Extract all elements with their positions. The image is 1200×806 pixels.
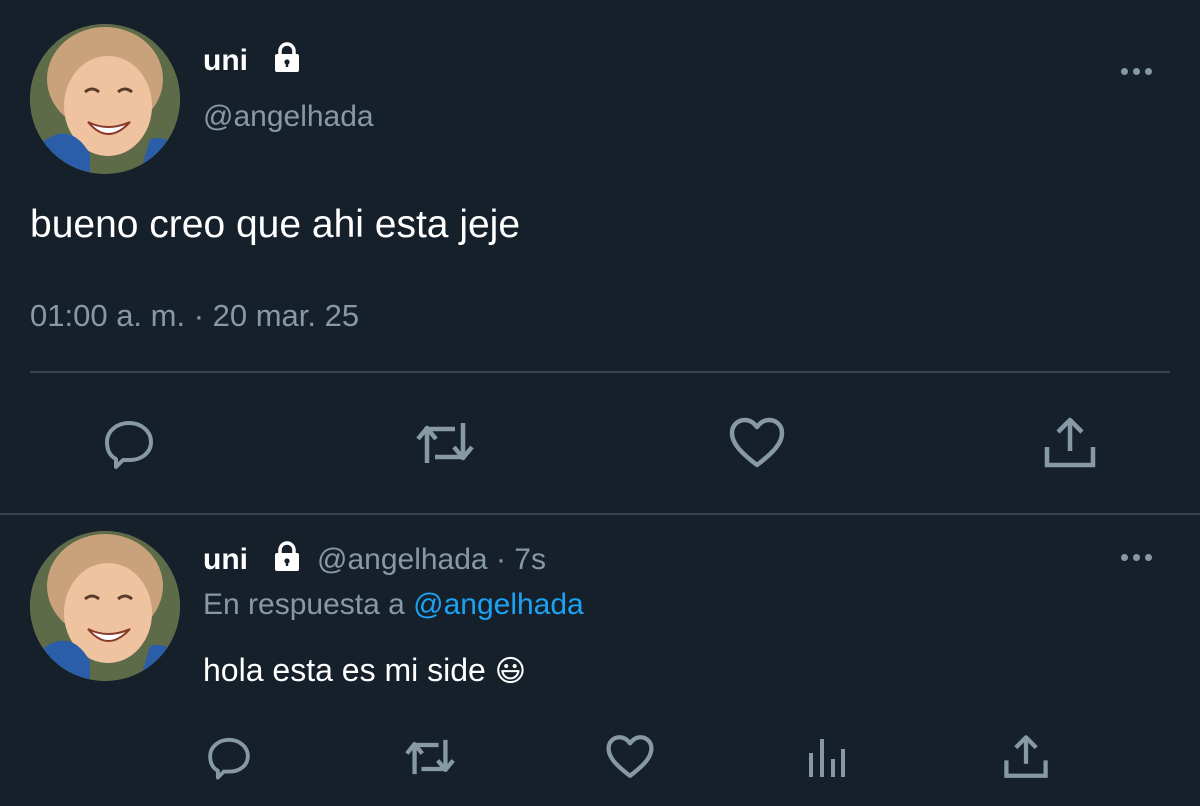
tweet-text-body: hola esta es mi side xyxy=(203,652,486,688)
reply-context: En respuesta a @angelhada xyxy=(203,588,584,622)
lock-icon xyxy=(270,40,304,74)
share-icon[interactable] xyxy=(1043,415,1097,471)
reply-prefix: En respuesta a xyxy=(203,588,405,621)
retweet-icon[interactable] xyxy=(413,415,477,471)
user-handle[interactable]: @angelhada xyxy=(203,100,374,134)
divider xyxy=(0,513,1200,515)
avatar[interactable] xyxy=(30,531,180,681)
smiley-emoji: 😃 xyxy=(494,655,526,688)
more-icon[interactable] xyxy=(1121,68,1152,75)
share-icon[interactable] xyxy=(1003,733,1049,781)
separator-dot: · xyxy=(495,543,506,576)
user-handle[interactable]: @angelhada xyxy=(317,543,488,576)
time-ago[interactable]: 7s xyxy=(514,543,546,576)
more-icon[interactable] xyxy=(1121,554,1152,561)
tweet-text: bueno creo que ahi esta jeje xyxy=(30,203,521,246)
divider xyxy=(30,371,1170,373)
like-icon[interactable] xyxy=(728,415,786,471)
reply-to-link[interactable]: @angelhada xyxy=(413,588,584,621)
reply-icon[interactable] xyxy=(205,733,253,781)
lock-icon xyxy=(270,539,304,573)
tweet-timestamp[interactable]: 01:00 a. m. · 20 mar. 25 xyxy=(30,298,359,334)
display-name[interactable]: uni xyxy=(203,543,248,577)
avatar[interactable] xyxy=(30,24,180,174)
display-name[interactable]: uni xyxy=(203,44,248,78)
like-icon[interactable] xyxy=(605,733,655,781)
retweet-icon[interactable] xyxy=(402,733,458,781)
analytics-icon[interactable] xyxy=(806,735,848,779)
reply-header-meta: @angelhada · 7s xyxy=(317,543,546,577)
reply-icon[interactable] xyxy=(101,415,157,471)
tweet-text: hola esta es mi side 😃 xyxy=(203,652,526,689)
